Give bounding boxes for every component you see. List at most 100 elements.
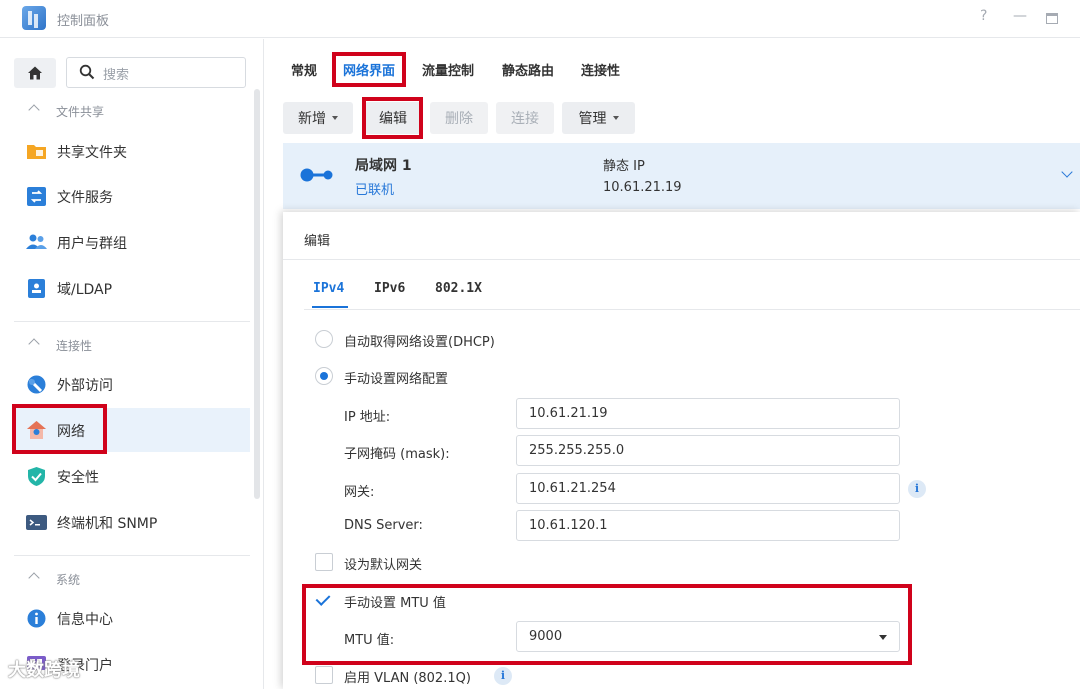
manual-config-radio-label: 手动设置网络配置 — [344, 372, 449, 387]
manual-mtu-label: 手动设置 MTU 值 — [344, 596, 446, 611]
terminal-icon — [26, 515, 47, 530]
sidebar-item-label: 共享文件夹 — [57, 145, 127, 161]
divider — [304, 309, 1080, 310]
control-panel-logo-icon — [22, 6, 46, 30]
chevron-down-icon[interactable] — [1061, 166, 1073, 178]
sidebar-item-label: 信息中心 — [57, 612, 113, 628]
tab-network-interface[interactable]: 网络界面 — [343, 60, 395, 79]
title-bar: 控制面板 ? — — [0, 0, 1080, 38]
active-subtab-underline — [312, 306, 348, 308]
delete-button[interactable]: 删除 — [430, 102, 488, 134]
sidebar-item-terminal-snmp[interactable]: 终端机和 SNMP — [14, 500, 250, 544]
sidebar-item-security[interactable]: 安全性 — [14, 454, 250, 498]
sidebar-item-info-center[interactable]: 信息中心 — [14, 596, 250, 640]
gateway-label: 网关: — [344, 485, 375, 500]
default-gateway-label: 设为默认网关 — [344, 558, 423, 573]
sidebar-item-label: 文件服务 — [57, 190, 113, 206]
vlan-label: 启用 VLAN (802.1Q) — [344, 671, 471, 686]
sidebar-item-file-services[interactable]: 文件服务 — [14, 174, 250, 218]
chevron-up-icon — [28, 572, 40, 584]
shield-icon — [28, 467, 45, 486]
interface-status: 已联机 — [355, 183, 395, 198]
search-placeholder: 搜索 — [103, 68, 130, 83]
group-label: 文件共享 — [56, 105, 105, 119]
sidebar-scrollbar[interactable] — [254, 89, 260, 499]
caret-down-icon — [332, 116, 338, 120]
dhcp-radio[interactable] — [315, 330, 333, 348]
gateway-field[interactable]: 10.61.21.254 — [516, 473, 900, 504]
vlan-info-icon[interactable]: i — [494, 667, 512, 685]
window-title: 控制面板 — [57, 14, 110, 29]
home-icon — [28, 66, 42, 80]
sidebar-item-shared-folder[interactable]: 共享文件夹 — [14, 129, 250, 173]
sidebar-item-label: 安全性 — [57, 470, 99, 486]
edit-button-label: 编辑 — [379, 111, 407, 127]
external-access-icon — [27, 375, 46, 394]
caret-down-icon — [879, 635, 887, 640]
mtu-value-select[interactable]: 9000 — [516, 621, 900, 652]
maximize-button[interactable] — [1046, 13, 1058, 24]
sidebar-item-label: 用户与群组 — [57, 236, 127, 252]
divider — [14, 321, 250, 322]
connect-button[interactable]: 连接 — [496, 102, 554, 134]
tab-bar: 常规 网络界面 流量控制 静态路由 连接性 — [264, 39, 1080, 99]
search-input[interactable]: 搜索 — [66, 57, 246, 88]
subtab-ipv6[interactable]: IPv6 — [374, 281, 405, 296]
watermark: 大数跨境 — [8, 660, 80, 681]
group-label: 连接性 — [56, 339, 93, 353]
vlan-checkbox[interactable] — [315, 666, 333, 684]
chevron-up-icon — [28, 338, 40, 350]
network-house-icon — [27, 421, 46, 439]
ip-address-field[interactable]: 10.61.21.19 — [516, 398, 900, 429]
file-services-icon — [27, 187, 46, 206]
gateway-info-icon[interactable]: i — [908, 480, 926, 498]
sidebar-item-label: 域/LDAP — [57, 282, 113, 298]
manual-config-radio[interactable] — [315, 367, 333, 385]
subtab-ipv4[interactable]: IPv4 — [313, 281, 344, 296]
tab-traffic-control[interactable]: 流量控制 — [422, 60, 474, 79]
interface-row-lan1[interactable]: 局域网 1 已联机 静态 IP 10.61.21.19 — [283, 143, 1080, 209]
sidebar-item-users[interactable]: 用户与群组 — [14, 220, 250, 264]
sidebar-item-label: 终端机和 SNMP — [57, 516, 158, 532]
subnet-mask-field[interactable]: 255.255.255.0 — [516, 435, 900, 466]
edit-dialog: 编辑 IPv4 IPv6 802.1X 自动取得网络设置(DHCP) 手动设置网… — [283, 212, 1080, 689]
sidebar-item-label: 网络 — [57, 424, 85, 440]
interface-ip: 10.61.21.19 — [603, 180, 682, 195]
tab-connectivity[interactable]: 连接性 — [581, 60, 620, 79]
default-gateway-checkbox[interactable] — [315, 553, 333, 571]
group-label: 系统 — [56, 573, 81, 587]
tab-static-route[interactable]: 静态路由 — [502, 60, 554, 79]
delete-button-label: 删除 — [445, 111, 473, 127]
mtu-value-label: MTU 值: — [344, 633, 395, 648]
mtu-selected-value: 9000 — [529, 629, 563, 644]
ip-address-label: IP 地址: — [344, 410, 391, 425]
sidebar-item-external-access[interactable]: 外部访问 — [14, 362, 250, 406]
lan-connection-icon — [300, 168, 333, 182]
sidebar-item-domain-ldap[interactable]: 域/LDAP — [14, 266, 250, 310]
help-button[interactable]: ? — [980, 8, 987, 24]
dialog-title: 编辑 — [304, 234, 331, 249]
divider — [283, 259, 1080, 260]
subtab-8021x[interactable]: 802.1X — [435, 281, 482, 296]
edit-button[interactable]: 编辑 — [365, 102, 421, 134]
sidebar-item-label: 外部访问 — [57, 378, 113, 394]
home-button[interactable] — [14, 58, 56, 88]
manual-mtu-checkbox[interactable] — [315, 591, 333, 609]
search-icon — [79, 64, 95, 80]
chevron-up-icon — [28, 104, 40, 116]
sidebar-item-network[interactable]: 网络 — [14, 408, 250, 452]
interface-name: 局域网 1 — [355, 158, 412, 174]
tab-general[interactable]: 常规 — [291, 60, 317, 79]
dns-server-label: DNS Server: — [344, 518, 423, 533]
caret-down-icon — [612, 116, 619, 120]
connect-button-label: 连接 — [511, 111, 539, 127]
dhcp-radio-label: 自动取得网络设置(DHCP) — [344, 335, 495, 350]
minimize-button[interactable]: — — [1013, 8, 1027, 24]
manage-button[interactable]: 管理 — [562, 102, 635, 134]
dns-server-field[interactable]: 10.61.120.1 — [516, 510, 900, 541]
new-button[interactable]: 新增 — [283, 102, 353, 134]
subnet-mask-label: 子网掩码 (mask): — [344, 447, 450, 462]
info-icon — [27, 609, 46, 628]
users-icon — [26, 234, 47, 249]
shared-folder-icon — [27, 145, 46, 159]
